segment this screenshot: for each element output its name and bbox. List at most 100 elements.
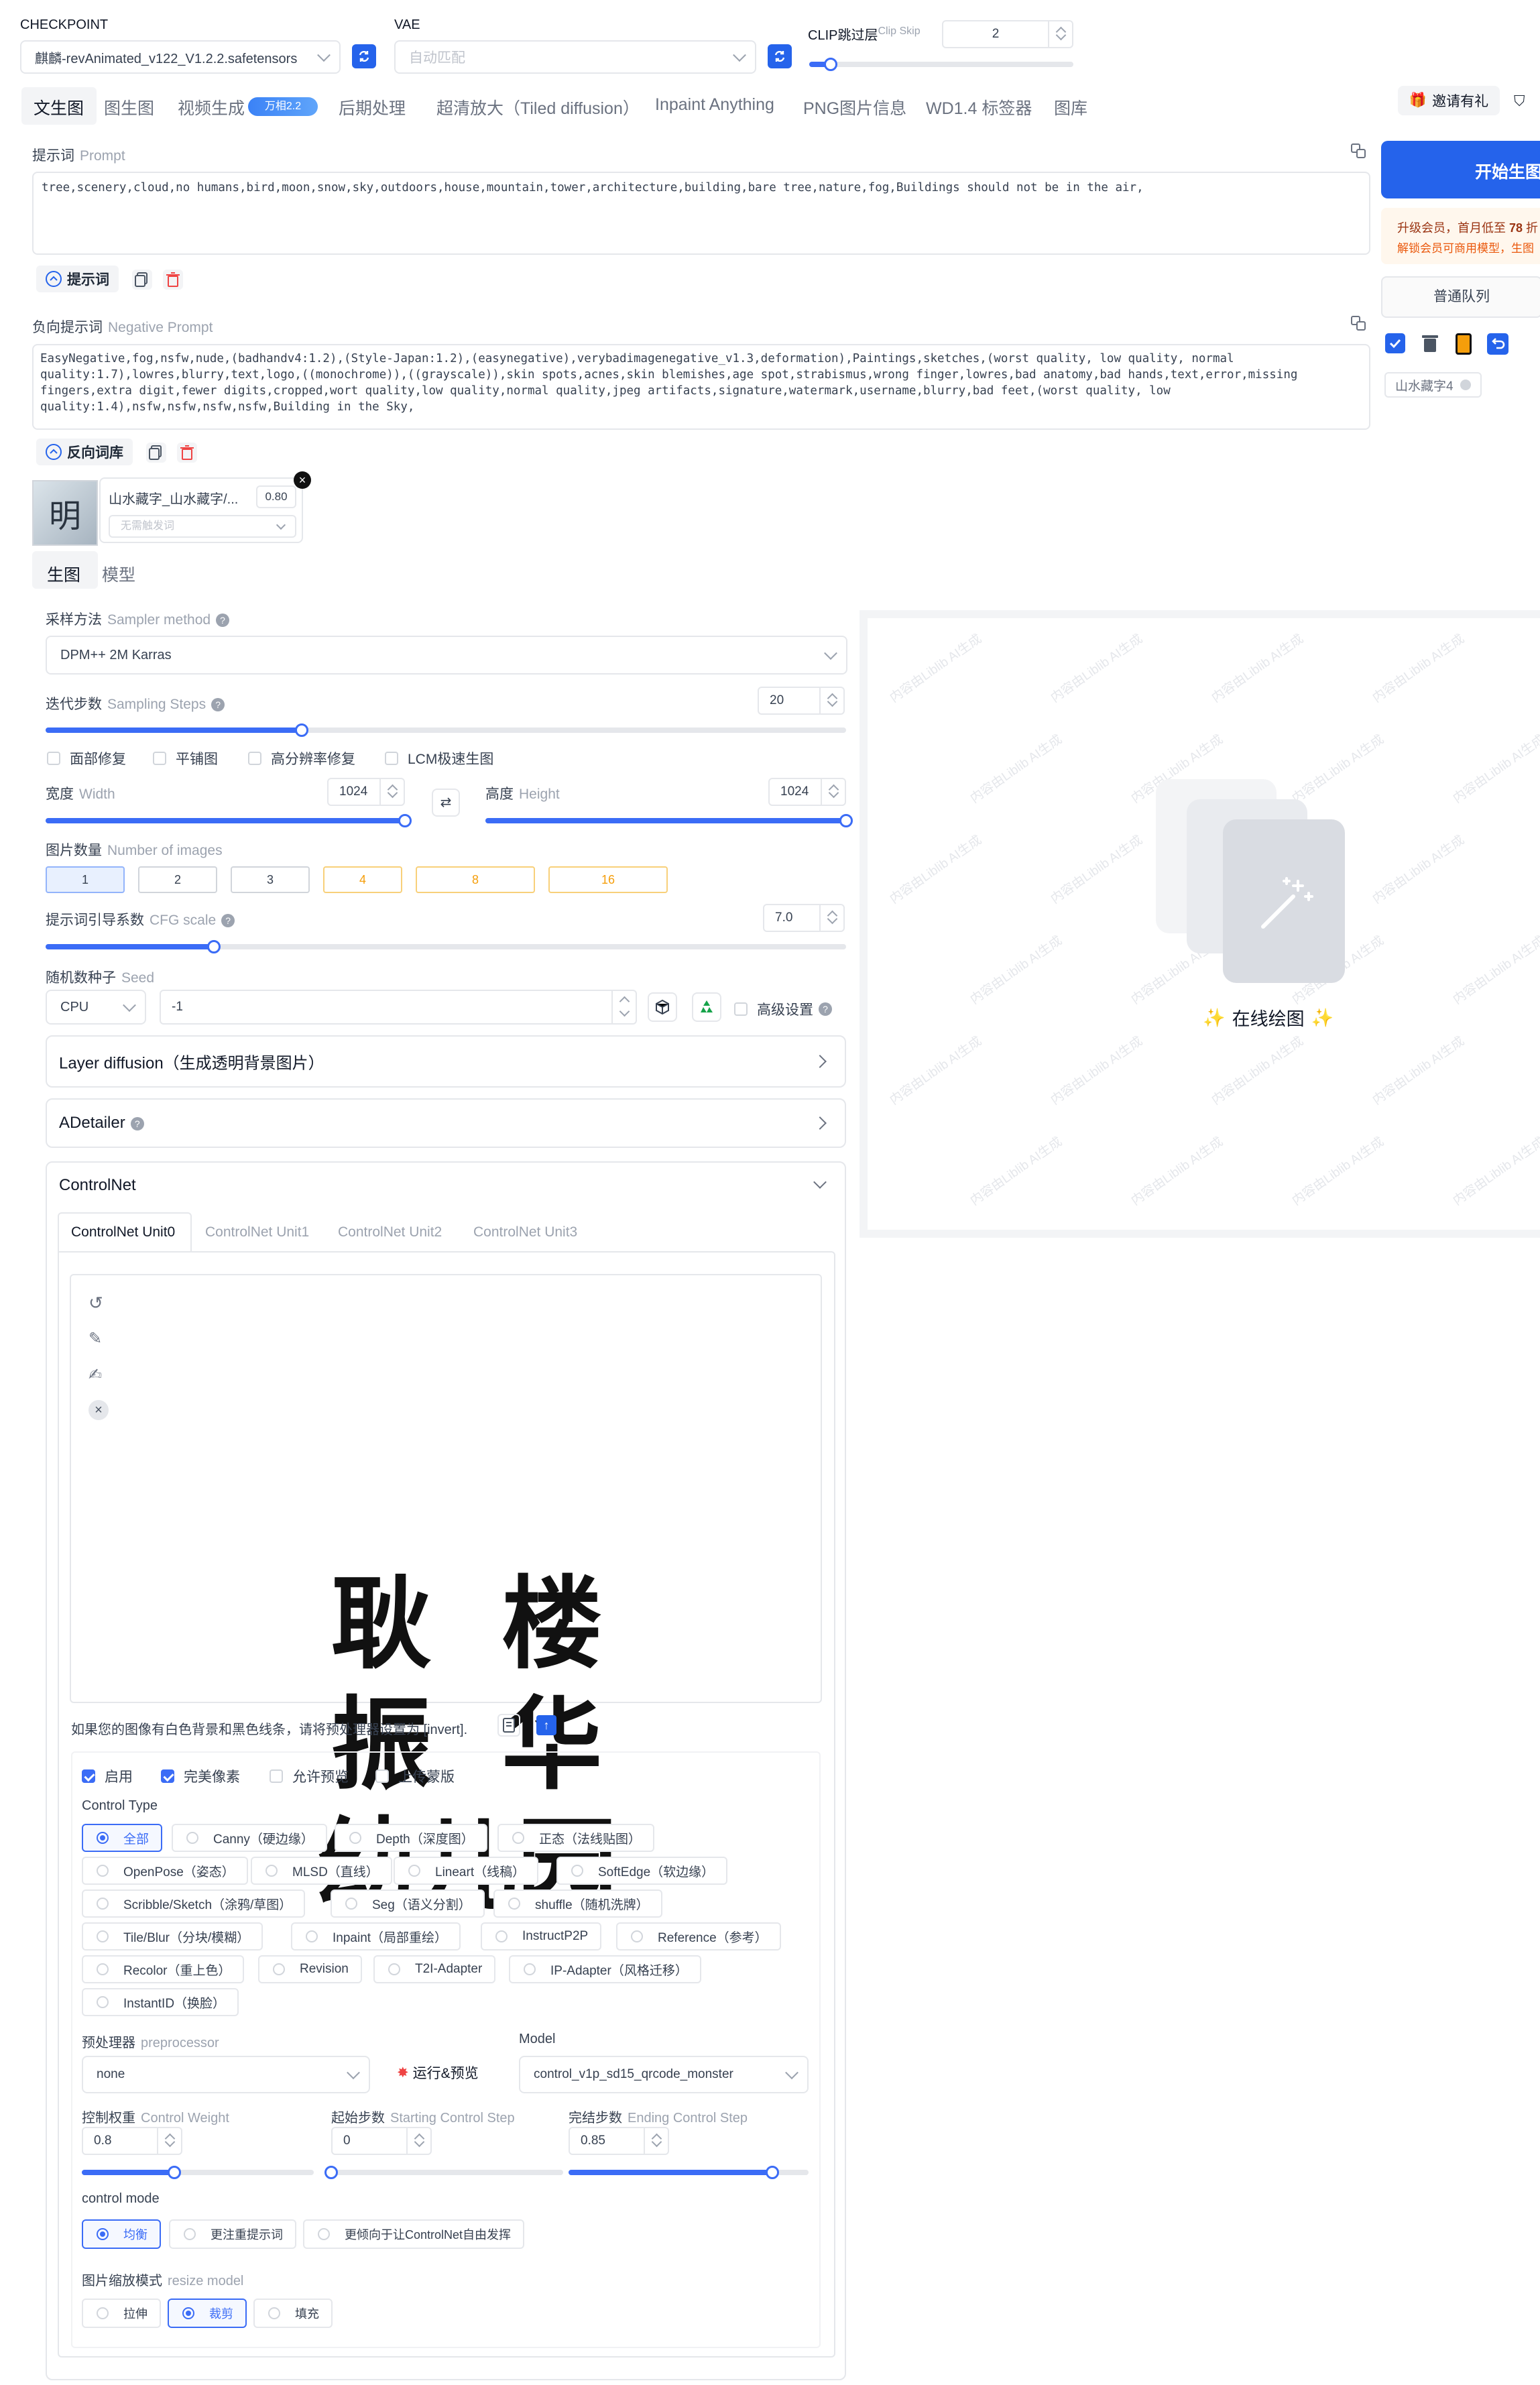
layer-diffusion-section[interactable]: Layer diffusion（生成透明背景图片） xyxy=(46,1035,846,1088)
chevron-down-icon[interactable] xyxy=(813,1175,827,1189)
width-slider[interactable] xyxy=(46,814,412,827)
translate-icon[interactable] xyxy=(1350,315,1366,331)
tiling-checkbox[interactable]: 平铺图 xyxy=(153,748,218,768)
batch-option-8[interactable]: 8 xyxy=(416,866,535,893)
clip-slider[interactable] xyxy=(809,58,1073,71)
resize-crop[interactable]: 裁剪 xyxy=(168,2299,247,2328)
notepad-icon[interactable] xyxy=(497,1714,520,1737)
control-type-option[interactable]: IP-Adapter（风格迁移） xyxy=(509,1955,701,1983)
control-type-option[interactable]: OpenPose（姿态） xyxy=(82,1857,248,1885)
tab-gallery[interactable]: 图库 xyxy=(1054,95,1087,119)
checkpoint-select[interactable]: 麒麟-revAnimated_v122_V1.2.2.safetensors xyxy=(20,40,341,74)
face-restore-checkbox[interactable]: 面部修复 xyxy=(47,748,126,768)
close-icon[interactable]: × xyxy=(294,471,311,489)
control-type-option[interactable]: Inpaint（局部重绘） xyxy=(291,1922,461,1951)
hires-fix-checkbox[interactable]: 高分辨率修复 xyxy=(248,748,355,768)
online-draw-link[interactable]: ✨ 在线绘图 ✨ xyxy=(1203,1004,1334,1031)
negative-prompt-textarea[interactable]: EasyNegative,fog,nsfw,nude,(badhandv4:1.… xyxy=(32,344,1370,430)
height-slider[interactable] xyxy=(485,814,853,827)
seed-device-select[interactable]: CPU xyxy=(46,990,146,1025)
adetailer-section[interactable]: ADetailer? xyxy=(46,1098,846,1148)
resize-fill[interactable]: 填充 xyxy=(253,2299,333,2328)
recycle-icon[interactable] xyxy=(692,992,721,1022)
cn-tab-unit0[interactable]: ControlNet Unit0 xyxy=(71,1224,175,1240)
control-type-option[interactable]: Depth（深度图） xyxy=(335,1824,487,1852)
model-select[interactable]: control_v1p_sd15_qrcode_monster xyxy=(519,2056,809,2093)
end-step-input[interactable]: 0.85 xyxy=(569,2127,669,2155)
delete-icon[interactable] xyxy=(163,270,183,290)
lora-card[interactable]: 山水藏字_山水藏字/... 0.80 无需触发词 xyxy=(99,477,303,543)
control-type-option[interactable]: 正态（法线贴图） xyxy=(497,1824,655,1852)
control-type-option[interactable]: Lineart（线稿） xyxy=(394,1857,539,1885)
cn-tab-unit2[interactable]: ControlNet Unit2 xyxy=(338,1224,442,1240)
dice-icon[interactable] xyxy=(648,992,677,1022)
tab-png-info[interactable]: PNG图片信息 xyxy=(803,95,906,119)
control-type-option[interactable]: Tile/Blur（分块/模糊） xyxy=(82,1922,263,1951)
tab-video[interactable]: 视频生成 xyxy=(178,95,245,119)
control-type-option[interactable]: SoftEdge（软边缘） xyxy=(556,1857,728,1885)
shield-icon[interactable]: ⛉ xyxy=(1514,93,1525,110)
resize-stretch[interactable]: 拉伸 xyxy=(82,2299,161,2328)
steps-slider[interactable] xyxy=(46,723,846,737)
control-type-option[interactable]: shuffle（随机洗牌） xyxy=(493,1889,662,1918)
cn-allow-preview-checkbox[interactable]: 允许预览 xyxy=(270,1766,349,1786)
control-type-option[interactable]: MLSD（直线） xyxy=(251,1857,392,1885)
advanced-settings-checkbox[interactable]: 高级设置? xyxy=(734,999,832,1019)
height-input[interactable]: 1024 xyxy=(768,778,846,806)
batch-option-1[interactable]: 1 xyxy=(46,866,125,893)
upload-icon[interactable]: ↑ xyxy=(536,1715,556,1735)
control-type-option[interactable]: Seg（语义分割） xyxy=(331,1889,485,1918)
control-type-option[interactable]: InstructP2P xyxy=(481,1922,602,1951)
prompt-textarea[interactable]: tree,scenery,cloud,no humans,bird,moon,s… xyxy=(32,172,1370,255)
batch-option-3[interactable]: 3 xyxy=(231,866,310,893)
control-type-option[interactable]: Revision xyxy=(258,1955,362,1983)
tab-txt2img[interactable]: 文生图 xyxy=(34,95,84,119)
control-mode-controlnet[interactable]: 更倾向于让ControlNet自由发挥 xyxy=(303,2219,525,2249)
preprocessor-select[interactable]: none xyxy=(82,2056,370,2093)
return-icon[interactable] xyxy=(1487,333,1508,355)
cfg-stepper[interactable] xyxy=(819,905,843,931)
control-weight-input[interactable]: 0.8 xyxy=(82,2127,182,2155)
tab-wd14-tagger[interactable]: WD1.4 标签器 xyxy=(926,95,1032,119)
tab-tiled-diffusion[interactable]: 超清放大（Tiled diffusion） xyxy=(436,95,640,119)
width-input[interactable]: 1024 xyxy=(327,778,405,806)
cfg-input[interactable]: 7.0 xyxy=(763,904,845,932)
lora-trigger-select[interactable]: 无需触发词 xyxy=(109,515,296,538)
clear-icon[interactable]: × xyxy=(88,1400,109,1420)
queue-selector[interactable]: 普通队列 xyxy=(1381,276,1540,318)
swap-icon[interactable]: ⇄ xyxy=(432,789,460,817)
subtab-model[interactable]: 模型 xyxy=(102,562,135,586)
seed-stepper[interactable] xyxy=(611,991,636,1023)
undo-icon[interactable]: ↺ xyxy=(88,1293,103,1314)
tab-inpaint-anything[interactable]: Inpaint Anything xyxy=(655,95,774,115)
cfg-slider[interactable] xyxy=(46,940,846,953)
close-icon[interactable] xyxy=(1460,380,1471,390)
width-stepper[interactable] xyxy=(379,779,404,805)
run-preview-button[interactable]: ✸ 运行&预览 xyxy=(397,2062,479,2083)
controlnet-title[interactable]: ControlNet xyxy=(59,1176,136,1195)
refresh-checkpoint-icon[interactable] xyxy=(352,44,376,68)
control-mode-prompt[interactable]: 更注重提示词 xyxy=(169,2219,296,2249)
vae-select[interactable]: 自动匹配 xyxy=(394,40,756,74)
sampler-select[interactable]: DPM++ 2M Karras xyxy=(46,636,847,675)
brush-icon[interactable]: ✍ xyxy=(88,1365,102,1385)
battery-icon[interactable] xyxy=(1456,333,1472,355)
prompt-library-button[interactable]: 提示词 xyxy=(36,266,119,292)
tab-img2img[interactable]: 图生图 xyxy=(104,95,154,119)
batch-option-2[interactable]: 2 xyxy=(138,866,217,893)
control-type-option[interactable]: Recolor（重上色） xyxy=(82,1955,245,1983)
end-step-stepper[interactable] xyxy=(644,2128,668,2154)
cn-tab-unit1[interactable]: ControlNet Unit1 xyxy=(205,1224,309,1240)
trash-icon[interactable] xyxy=(1420,333,1440,354)
cn-upload-mask-checkbox[interactable]: 上传蒙版 xyxy=(375,1766,455,1786)
control-type-option[interactable]: Scribble/Sketch（涂鸦/草图） xyxy=(82,1889,306,1918)
steps-stepper[interactable] xyxy=(819,688,843,713)
cn-enable-checkbox[interactable]: 启用 xyxy=(82,1766,133,1786)
start-step-slider[interactable] xyxy=(324,2166,563,2179)
edit-icon[interactable]: ✎ xyxy=(88,1329,102,1348)
control-type-option[interactable]: T2I-Adapter xyxy=(373,1955,496,1983)
lora-chip[interactable]: 山水藏字4 xyxy=(1384,372,1482,398)
batch-option-16[interactable]: 16 xyxy=(548,866,668,893)
clip-stepper[interactable] xyxy=(1048,21,1072,47)
negative-library-button[interactable]: 反向词库 xyxy=(36,439,133,465)
